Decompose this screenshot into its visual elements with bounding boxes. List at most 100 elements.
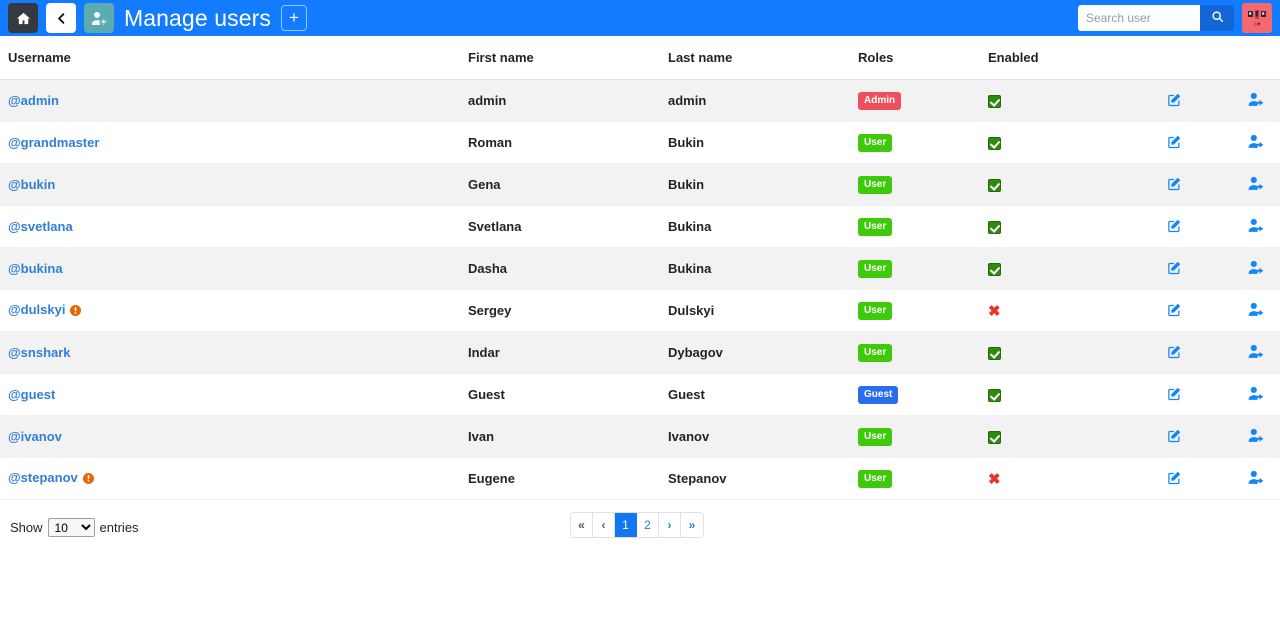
avatar[interactable] bbox=[1242, 3, 1272, 33]
username-link[interactable]: @svetlana bbox=[8, 219, 73, 234]
pagination-page-1[interactable]: 1 bbox=[615, 513, 637, 537]
pagination-page-2[interactable]: 2 bbox=[637, 513, 659, 537]
column-header-enabled[interactable]: Enabled bbox=[988, 36, 1133, 80]
column-header-roles[interactable]: Roles bbox=[858, 36, 988, 80]
enabled-checkbox[interactable] bbox=[988, 431, 1001, 445]
home-icon bbox=[16, 11, 31, 26]
edit-user-icon[interactable] bbox=[1167, 134, 1182, 149]
username-link[interactable]: @ivanov bbox=[8, 429, 62, 444]
edit-user-icon[interactable] bbox=[1167, 344, 1182, 359]
cell-username: @admin bbox=[0, 79, 468, 122]
cell-first-name: Indar bbox=[468, 331, 668, 374]
user-add-icon[interactable] bbox=[1248, 386, 1265, 401]
column-header-last-name[interactable]: Last name bbox=[668, 36, 858, 80]
edit-user-icon[interactable] bbox=[1167, 176, 1182, 191]
edit-user-icon[interactable] bbox=[1167, 302, 1182, 317]
edit-user-icon[interactable] bbox=[1167, 260, 1182, 275]
cell-enabled bbox=[988, 373, 1133, 416]
username-link[interactable]: @snshark bbox=[8, 345, 71, 360]
enabled-checkbox[interactable] bbox=[988, 389, 1001, 403]
user-add-icon[interactable] bbox=[1248, 344, 1265, 359]
user-add-icon[interactable] bbox=[1248, 218, 1265, 233]
column-header-username[interactable]: Username bbox=[0, 36, 468, 80]
top-navbar: Manage users + bbox=[0, 0, 1280, 36]
enabled-checkbox[interactable] bbox=[988, 95, 1001, 109]
disabled-x-icon[interactable]: ✖ bbox=[988, 472, 1001, 487]
user-add-icon[interactable] bbox=[1248, 470, 1265, 485]
column-header-action-edit bbox=[1133, 36, 1215, 80]
edit-user-icon[interactable] bbox=[1167, 218, 1182, 233]
username-link[interactable]: @dulskyi bbox=[8, 302, 65, 317]
pagination-next[interactable]: › bbox=[659, 513, 681, 537]
navbar-left-group bbox=[8, 3, 114, 33]
cell-enabled bbox=[988, 247, 1133, 290]
user-add-icon[interactable] bbox=[1248, 428, 1265, 443]
enabled-checkbox[interactable] bbox=[988, 221, 1001, 235]
table-head: Username First name Last name Roles Enab… bbox=[0, 36, 1280, 80]
user-add-icon[interactable] bbox=[1248, 260, 1265, 275]
edit-user-icon[interactable] bbox=[1167, 428, 1182, 443]
username-link[interactable]: @guest bbox=[8, 387, 55, 402]
table-row: @ivanov Ivan Ivanov User bbox=[0, 415, 1280, 458]
warning-icon[interactable] bbox=[70, 304, 82, 319]
username-link[interactable]: @grandmaster bbox=[8, 135, 99, 150]
search-input[interactable] bbox=[1078, 5, 1200, 31]
cell-first-name: Eugene bbox=[468, 457, 668, 500]
edit-user-icon[interactable] bbox=[1167, 470, 1182, 485]
cell-action-assign bbox=[1215, 457, 1280, 500]
cell-action-edit bbox=[1133, 121, 1215, 164]
cell-last-name: Ivanov bbox=[668, 415, 858, 458]
role-badge: User bbox=[858, 302, 893, 320]
warning-icon[interactable] bbox=[82, 472, 94, 487]
role-badge: User bbox=[858, 218, 893, 236]
search-button[interactable] bbox=[1200, 5, 1234, 31]
role-badge: Admin bbox=[858, 92, 902, 110]
cell-first-name: admin bbox=[468, 79, 668, 122]
back-button[interactable] bbox=[46, 3, 76, 33]
cell-action-assign bbox=[1215, 79, 1280, 122]
username-link[interactable]: @stepanov bbox=[8, 470, 78, 485]
table-row: @dulskyi Sergey Dulskyi User ✖ bbox=[0, 289, 1280, 332]
user-add-icon[interactable] bbox=[1248, 92, 1265, 107]
enabled-checkbox[interactable] bbox=[988, 263, 1001, 277]
cell-action-assign bbox=[1215, 205, 1280, 248]
cell-action-edit bbox=[1133, 205, 1215, 248]
add-user-button[interactable]: + bbox=[280, 5, 307, 31]
table-row: @svetlana Svetlana Bukina User bbox=[0, 205, 1280, 248]
table-row: @grandmaster Roman Bukin User bbox=[0, 121, 1280, 164]
enabled-checkbox[interactable] bbox=[988, 137, 1001, 151]
entries-per-page-select[interactable]: 102550100 bbox=[47, 518, 95, 537]
user-add-icon[interactable] bbox=[1248, 134, 1265, 149]
edit-user-icon[interactable] bbox=[1167, 386, 1182, 401]
cell-action-edit bbox=[1133, 373, 1215, 416]
enabled-checkbox[interactable] bbox=[988, 347, 1001, 361]
cell-enabled: ✖ bbox=[988, 289, 1133, 332]
column-header-action-assign bbox=[1215, 36, 1280, 80]
cell-enabled bbox=[988, 121, 1133, 164]
cell-last-name: Bukina bbox=[668, 205, 858, 248]
column-header-first-name[interactable]: First name bbox=[468, 36, 668, 80]
chevron-left-icon bbox=[55, 12, 68, 25]
cell-action-edit bbox=[1133, 331, 1215, 374]
cell-action-edit bbox=[1133, 247, 1215, 290]
cell-action-assign bbox=[1215, 331, 1280, 374]
cell-username: @ivanov bbox=[0, 415, 468, 458]
pagination-prev[interactable]: ‹ bbox=[593, 513, 615, 537]
role-badge: Guest bbox=[858, 386, 899, 404]
cell-username: @grandmaster bbox=[0, 121, 468, 164]
home-button[interactable] bbox=[8, 3, 38, 33]
show-entries-control: Show 102550100 entries bbox=[10, 518, 139, 537]
username-link[interactable]: @bukin bbox=[8, 177, 55, 192]
cell-username: @dulskyi bbox=[0, 289, 468, 332]
enabled-checkbox[interactable] bbox=[988, 179, 1001, 193]
username-link[interactable]: @admin bbox=[8, 93, 59, 108]
edit-user-icon[interactable] bbox=[1167, 92, 1182, 107]
user-add-icon[interactable] bbox=[1248, 302, 1265, 317]
username-link[interactable]: @bukina bbox=[8, 261, 63, 276]
pagination-first[interactable]: « bbox=[571, 513, 593, 537]
pagination-last[interactable]: » bbox=[681, 513, 703, 537]
cell-action-assign bbox=[1215, 415, 1280, 458]
user-add-icon[interactable] bbox=[1248, 176, 1265, 191]
manage-users-section-button[interactable] bbox=[84, 3, 114, 33]
disabled-x-icon[interactable]: ✖ bbox=[988, 304, 1001, 319]
